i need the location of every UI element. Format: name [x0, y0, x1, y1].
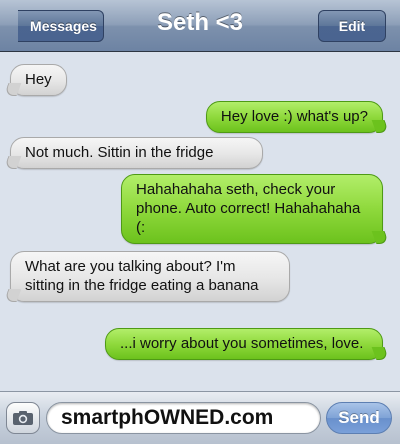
message-thread[interactable]: Hey Hey love :) what's up? Not much. Sit… [0, 53, 400, 391]
compose-bar: smartphOWNED.com Send [0, 391, 400, 444]
camera-icon [13, 411, 33, 425]
incoming-message[interactable]: Hey [10, 64, 67, 96]
outgoing-message[interactable]: ...i worry about you sometimes, love. [105, 328, 383, 360]
send-button[interactable]: Send [326, 402, 392, 434]
incoming-message[interactable]: What are you talking about? I'm sitting … [10, 251, 290, 302]
outgoing-message[interactable]: Hey love :) what's up? [205, 101, 383, 133]
edit-button[interactable]: Edit [318, 10, 386, 42]
incoming-message[interactable]: Not much. Sittin in the fridge [10, 137, 263, 169]
outgoing-message[interactable]: Hahahahaha seth, check your phone. Auto … [121, 174, 383, 244]
nav-bar: Messages Seth <3 Edit [0, 0, 400, 52]
camera-button[interactable] [6, 402, 40, 434]
message-input[interactable]: smartphOWNED.com [46, 402, 321, 434]
